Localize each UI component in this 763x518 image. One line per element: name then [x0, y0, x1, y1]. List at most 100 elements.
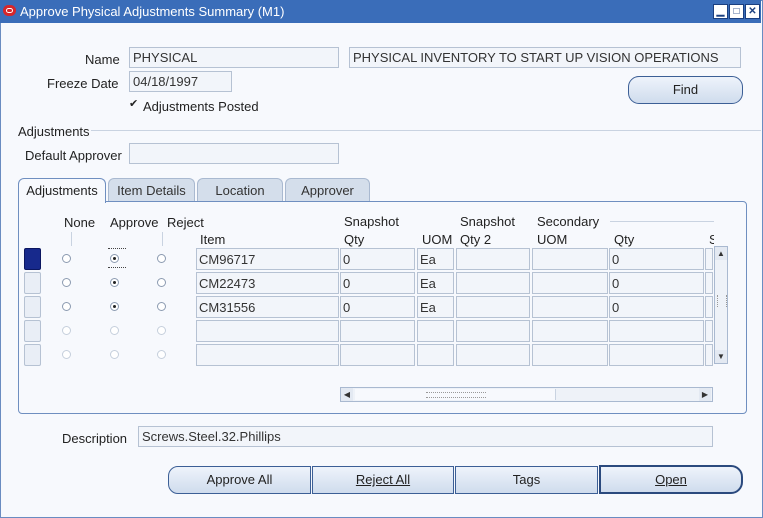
radio-reject[interactable] [157, 254, 166, 263]
col-header-qty: Qty [344, 232, 365, 247]
default-approver-field[interactable] [129, 143, 339, 164]
find-button[interactable]: Find [628, 76, 743, 104]
radio-approve[interactable] [110, 326, 119, 335]
col-header-secondary: Secondary [537, 214, 600, 229]
uom-cell[interactable] [417, 320, 454, 342]
scroll-right-icon[interactable]: ▶ [699, 388, 711, 401]
col-header-truncated: S [709, 232, 714, 247]
description-field[interactable]: Screws.Steel.32.Phillips [138, 426, 713, 447]
vertical-scrollbar[interactable]: ▲ ▼ [714, 246, 728, 364]
name-label: Name [85, 52, 120, 67]
col-header-secondary-uom: UOM [537, 232, 568, 247]
radio-approve[interactable] [110, 278, 119, 287]
radio-reject[interactable] [157, 350, 166, 359]
row-selector[interactable] [24, 248, 41, 270]
truncated-cell[interactable] [705, 320, 713, 342]
tags-button[interactable]: Tags [455, 466, 598, 494]
approve-all-button[interactable]: Approve All [168, 466, 311, 494]
snapshot-qty2-cell[interactable] [456, 296, 530, 318]
col-header-uom: UOM [422, 232, 453, 247]
snapshot-qty-cell[interactable]: 0 [340, 272, 415, 294]
snapshot-qty-cell[interactable]: 0 [340, 248, 415, 270]
col-header-item: Item [200, 232, 226, 247]
radio-none[interactable] [62, 254, 71, 263]
maximize-icon[interactable]: □ [729, 4, 744, 19]
snapshot-qty2-cell[interactable] [456, 344, 530, 366]
radio-none[interactable] [62, 278, 71, 287]
radio-reject[interactable] [157, 326, 166, 335]
truncated-cell[interactable] [705, 272, 713, 294]
snapshot-qty2-cell[interactable] [456, 248, 530, 270]
truncated-cell[interactable] [705, 248, 713, 270]
truncated-cell[interactable] [705, 344, 713, 366]
secondary-uom-cell[interactable] [532, 272, 608, 294]
secondary-qty-cell[interactable]: 0 [609, 248, 704, 270]
row-selector[interactable] [24, 344, 41, 366]
section-divider [91, 130, 761, 131]
header-separator [71, 232, 72, 246]
item-cell[interactable] [196, 344, 339, 366]
item-cell[interactable]: CM96717 [196, 248, 339, 270]
scroll-left-icon[interactable]: ◀ [341, 388, 353, 401]
snapshot-qty-cell[interactable] [340, 320, 415, 342]
description-label: Description [62, 431, 128, 446]
name-description-field[interactable]: PHYSICAL INVENTORY TO START UP VISION OP… [349, 47, 741, 68]
radio-approve[interactable] [110, 254, 119, 263]
close-icon[interactable]: ✕ [745, 4, 760, 19]
radio-reject[interactable] [157, 302, 166, 311]
snapshot-qty2-cell[interactable] [456, 272, 530, 294]
item-cell[interactable]: CM31556 [196, 296, 339, 318]
window-title: Approve Physical Adjustments Summary (M1… [20, 4, 285, 19]
col-header-snapshot-2: Snapshot [460, 214, 515, 229]
secondary-uom-cell[interactable] [532, 344, 608, 366]
oracle-logo-icon [3, 5, 16, 16]
item-cell[interactable]: CM22473 [196, 272, 339, 294]
snapshot-qty-cell[interactable] [340, 344, 415, 366]
radio-approve[interactable] [110, 302, 119, 311]
focus-indicator [108, 248, 126, 249]
secondary-qty-cell[interactable]: 0 [609, 296, 704, 318]
secondary-uom-cell[interactable] [532, 248, 608, 270]
scroll-thumb[interactable] [717, 295, 727, 307]
reject-all-button[interactable]: Reject All [312, 466, 454, 494]
tab-item-details[interactable]: Item Details [108, 178, 195, 202]
uom-cell[interactable]: Ea [417, 296, 454, 318]
radio-reject[interactable] [157, 278, 166, 287]
horizontal-scrollbar[interactable]: ◀ ▶ [340, 387, 713, 402]
snapshot-qty-cell[interactable]: 0 [340, 296, 415, 318]
tab-adjustments[interactable]: Adjustments [18, 178, 106, 203]
secondary-qty-cell[interactable] [609, 320, 704, 342]
scroll-grip [426, 392, 486, 398]
adjustments-posted-checkbox[interactable]: ✔ [129, 99, 139, 110]
uom-cell[interactable]: Ea [417, 272, 454, 294]
scroll-up-icon[interactable]: ▲ [715, 247, 727, 260]
secondary-uom-cell[interactable] [532, 296, 608, 318]
snapshot-qty2-cell[interactable] [456, 320, 530, 342]
radio-none[interactable] [62, 326, 71, 335]
scroll-down-icon[interactable]: ▼ [715, 350, 727, 363]
open-button[interactable]: Open [599, 465, 743, 494]
title-bar: Approve Physical Adjustments Summary (M1… [0, 0, 761, 23]
col-header-none: None [64, 215, 96, 230]
col-header-reject: Reject [167, 215, 204, 230]
col-header-snapshot: Snapshot [344, 214, 399, 229]
row-selector[interactable] [24, 272, 41, 294]
radio-none[interactable] [62, 350, 71, 359]
freeze-date-label: Freeze Date [47, 76, 119, 91]
tab-approver[interactable]: Approver [285, 178, 370, 202]
secondary-qty-cell[interactable] [609, 344, 704, 366]
secondary-qty-cell[interactable]: 0 [609, 272, 704, 294]
radio-approve[interactable] [110, 350, 119, 359]
minimize-icon[interactable]: ▁ [713, 4, 728, 19]
row-selector[interactable] [24, 296, 41, 318]
freeze-date-field[interactable]: 04/18/1997 [129, 71, 232, 92]
name-field[interactable]: PHYSICAL [129, 47, 339, 68]
uom-cell[interactable]: Ea [417, 248, 454, 270]
uom-cell[interactable] [417, 344, 454, 366]
secondary-uom-cell[interactable] [532, 320, 608, 342]
row-selector[interactable] [24, 320, 41, 342]
truncated-cell[interactable] [705, 296, 713, 318]
radio-none[interactable] [62, 302, 71, 311]
item-cell[interactable] [196, 320, 339, 342]
tab-location[interactable]: Location [197, 178, 283, 202]
